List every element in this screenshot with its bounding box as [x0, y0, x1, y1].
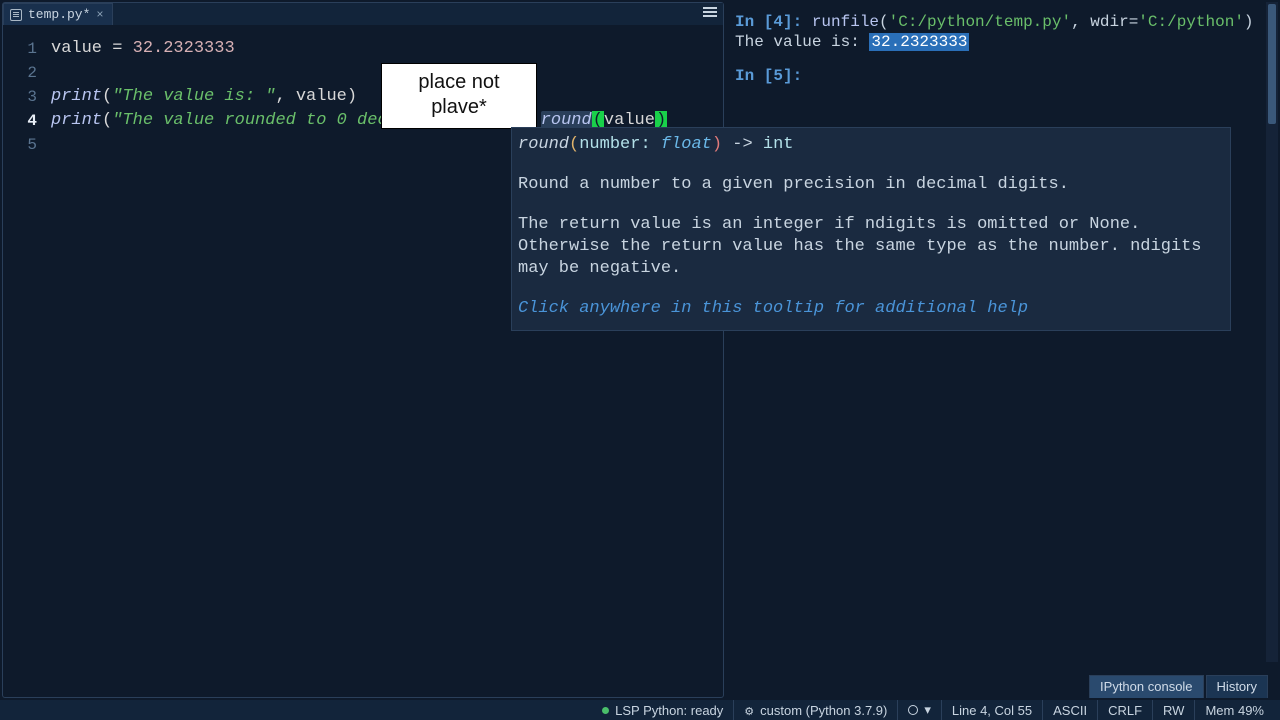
status-git[interactable]: ▾	[898, 700, 942, 720]
console-tabs: IPython console History	[727, 670, 1278, 698]
tab-ipython-console[interactable]: IPython console	[1089, 675, 1204, 698]
status-bar: LSP Python: ready custom (Python 3.7.9) …	[0, 700, 1280, 720]
scrollbar-thumb[interactable]	[1268, 4, 1276, 124]
code-area[interactable]: 1 2 3 4 5 value = 32.2323333 print("The …	[3, 25, 723, 697]
close-icon[interactable]: ×	[96, 8, 103, 22]
tooltip-help-link[interactable]: Click anywhere in this tooltip for addit…	[518, 298, 1224, 320]
git-icon	[908, 703, 918, 718]
console-pane: In [4]: runfile('C:/python/temp.py', wdi…	[727, 2, 1278, 698]
gutter: 1 2 3 4 5	[3, 25, 51, 697]
tooltip-paragraph: Round a number to a given precision in d…	[518, 174, 1224, 196]
gear-icon	[744, 703, 754, 718]
file-tab[interactable]: temp.py* ×	[3, 3, 113, 25]
hamburger-menu-icon[interactable]	[703, 7, 717, 17]
tooltip-signature: round(number: float) -> int	[518, 134, 1224, 156]
status-encoding[interactable]: ASCII	[1043, 700, 1098, 720]
tooltip-paragraph: The return value is an integer if ndigit…	[518, 214, 1224, 280]
file-tab-label: temp.py*	[28, 7, 90, 22]
file-icon	[10, 9, 22, 21]
status-dot-icon	[602, 707, 609, 714]
console-output[interactable]: In [4]: runfile('C:/python/temp.py', wdi…	[727, 2, 1278, 670]
line-number: 1	[3, 37, 51, 61]
console-prompt: In [5]:	[735, 67, 802, 85]
line-number: 5	[3, 133, 51, 157]
console-prompt: In [4]:	[735, 13, 812, 31]
status-lsp[interactable]: LSP Python: ready	[592, 700, 734, 720]
scrollbar[interactable]	[1266, 2, 1278, 662]
editor-pane: temp.py* × 1 2 3 4 5 value = 32.2323333 …	[2, 2, 724, 698]
annotation-box: place not plave*	[381, 63, 537, 129]
status-mem[interactable]: Mem 49%	[1195, 700, 1274, 720]
status-rw[interactable]: RW	[1153, 700, 1195, 720]
status-eol[interactable]: CRLF	[1098, 700, 1153, 720]
console-output-label: The value is:	[735, 33, 869, 51]
line-number: 3	[3, 85, 51, 109]
line-number: 4	[3, 109, 51, 133]
status-cursor[interactable]: Line 4, Col 55	[942, 700, 1043, 720]
console-output-value: 32.2323333	[869, 33, 969, 51]
annotation-line: place not	[390, 70, 528, 95]
signature-tooltip[interactable]: round(number: float) -> int Round a numb…	[511, 127, 1231, 331]
tab-history[interactable]: History	[1206, 675, 1268, 698]
line-number: 2	[3, 61, 51, 85]
tab-bar: temp.py* ×	[3, 3, 723, 25]
status-env[interactable]: custom (Python 3.7.9)	[734, 700, 898, 720]
annotation-line: plave*	[390, 95, 528, 120]
